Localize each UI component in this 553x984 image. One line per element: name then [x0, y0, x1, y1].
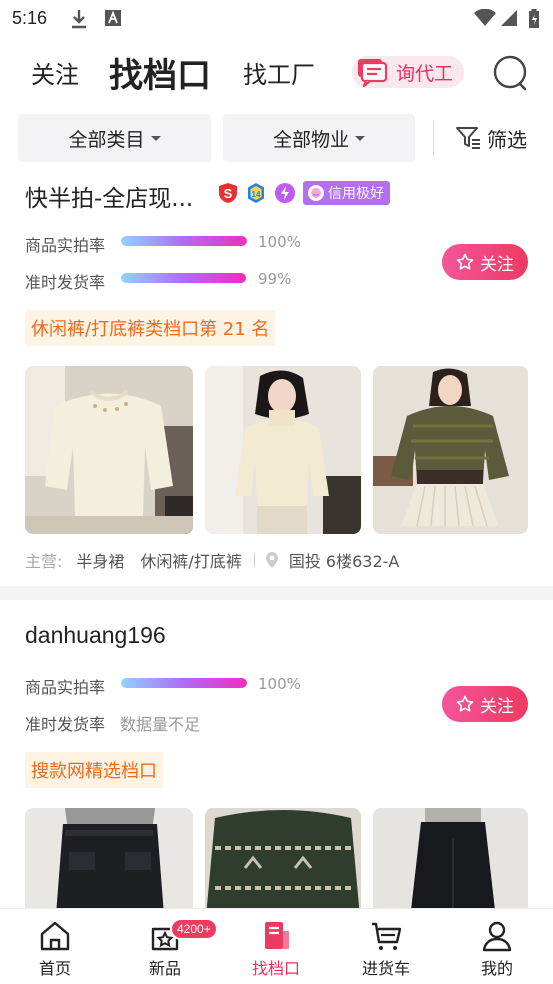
search-icon[interactable]: [492, 54, 530, 92]
category-label: 全部类目: [68, 128, 145, 151]
metric-bar-fill: [121, 236, 247, 246]
svg-text:S: S: [224, 186, 233, 201]
svg-text:14: 14: [252, 190, 261, 199]
status-bar: 5:16: [0, 0, 553, 38]
nav-label: 首页: [38, 959, 71, 978]
chevron-down-icon: [355, 135, 365, 141]
person-icon: [482, 921, 512, 952]
s-shield-icon: S: [219, 183, 237, 203]
inquiry-label: 询代工: [396, 62, 454, 85]
inquiry-oem-button[interactable]: 询代工: [352, 56, 464, 88]
metric-value: 数据量不足: [120, 715, 201, 734]
battery-icon: [529, 9, 539, 28]
smile-flower-icon: [308, 185, 324, 201]
main-category: 休闲裤/打底裤: [140, 552, 242, 571]
download-icon: [72, 10, 86, 29]
bottom-nav: 首页 4200+ 新品 找档口 进货车 我的: [0, 908, 553, 984]
tab-find-stall[interactable]: 找档口: [109, 42, 211, 102]
metric-value: 100%: [258, 233, 301, 251]
shop-name[interactable]: danhuang196: [25, 622, 166, 649]
property-label: 全部物业: [272, 128, 349, 151]
product-thumbnail[interactable]: [205, 366, 361, 534]
card-divider: [0, 586, 553, 600]
divider: [253, 553, 255, 567]
nav-home[interactable]: 首页: [0, 909, 110, 984]
cart-icon: [372, 922, 402, 950]
property-dropdown[interactable]: 全部物业: [223, 114, 415, 162]
product-thumbnail[interactable]: [25, 808, 193, 908]
star-icon: [456, 695, 474, 712]
nav-find-stall[interactable]: 找档口: [221, 909, 331, 984]
years-badge-icon: 14: [248, 183, 264, 203]
rank-tag: 搜款网精选档口: [25, 752, 163, 788]
category-dropdown[interactable]: 全部类目: [18, 114, 211, 162]
status-time: 5:16: [12, 8, 48, 28]
follow-label: 关注: [480, 696, 514, 717]
chevron-down-icon: [150, 135, 161, 141]
font-icon: [105, 10, 121, 26]
product-thumbnail[interactable]: [373, 808, 528, 908]
credit-label: 信用极好: [328, 186, 384, 202]
tab-find-factory[interactable]: 找工厂: [243, 42, 315, 102]
follow-button[interactable]: 关注: [442, 244, 528, 280]
metric-value: 99%: [258, 270, 292, 288]
lightning-icon: [275, 183, 295, 203]
tab-follow[interactable]: 关注: [31, 42, 79, 102]
metric-label: 商品实拍率: [25, 678, 106, 697]
nav-label: 进货车: [361, 959, 410, 978]
chat-icon: [358, 59, 388, 87]
nav-cart[interactable]: 进货车: [331, 909, 441, 984]
metric-bar-fill: [121, 678, 247, 688]
shop-card: 快半拍-全店现... S 14 信用极好 商品实拍率 100% 准时发货率 99…: [0, 170, 553, 586]
nav-label: 新品: [148, 959, 181, 978]
divider: [433, 120, 434, 156]
filter-button[interactable]: 筛选: [455, 114, 527, 162]
location-pin-icon: [265, 552, 278, 568]
nav-new[interactable]: 4200+ 新品: [110, 909, 220, 984]
main-categories: 主营: 半身裙 休闲裤/打底裤 国投 6楼632-A: [25, 548, 399, 572]
shop-doc-icon: [265, 922, 289, 949]
star-icon: [456, 253, 474, 270]
metric-label: 准时发货率: [25, 273, 106, 292]
nav-label: 我的: [480, 959, 513, 978]
credit-badge: 信用极好: [303, 181, 390, 205]
product-thumbnail[interactable]: [373, 366, 528, 534]
wifi-icon: [474, 9, 496, 26]
follow-button[interactable]: 关注: [442, 686, 528, 722]
filter-icon: [456, 127, 480, 149]
main-category: 半身裙: [76, 552, 125, 571]
nav-label: 找档口: [251, 959, 300, 978]
shop-name[interactable]: 快半拍-全店现...: [25, 179, 193, 213]
shop-location: 国投 6楼632-A: [288, 552, 400, 571]
filter-bar: 全部类目 全部物业 筛选: [0, 114, 553, 164]
metric-value: 100%: [258, 675, 301, 693]
filter-label: 筛选: [487, 127, 527, 152]
product-thumbnail[interactable]: [25, 366, 193, 534]
main-categories-label: 主营:: [25, 552, 63, 571]
metric-bar: [121, 236, 247, 246]
signal-icon: [501, 10, 517, 26]
follow-label: 关注: [480, 254, 514, 275]
metric-label: 商品实拍率: [25, 236, 106, 255]
metric-bar-fill: [121, 273, 246, 283]
metric-label: 准时发货率: [25, 715, 106, 734]
home-icon: [40, 921, 70, 951]
metric-bar: [121, 273, 247, 283]
new-count-badge: 4200+: [170, 918, 218, 940]
shop-list[interactable]: 快半拍-全店现... S 14 信用极好 商品实拍率 100% 准时发货率 99…: [0, 170, 553, 908]
shop-card: danhuang196 商品实拍率 100% 准时发货率 数据量不足 关注 搜款…: [0, 600, 553, 908]
metric-bar: [121, 678, 247, 688]
rank-tag: 休闲裤/打底裤类档口第 21 名: [25, 310, 276, 346]
nav-me[interactable]: 我的: [442, 909, 552, 984]
product-thumbnail[interactable]: [205, 808, 361, 908]
top-nav: 关注 找档口 找工厂 询代工: [0, 42, 553, 102]
